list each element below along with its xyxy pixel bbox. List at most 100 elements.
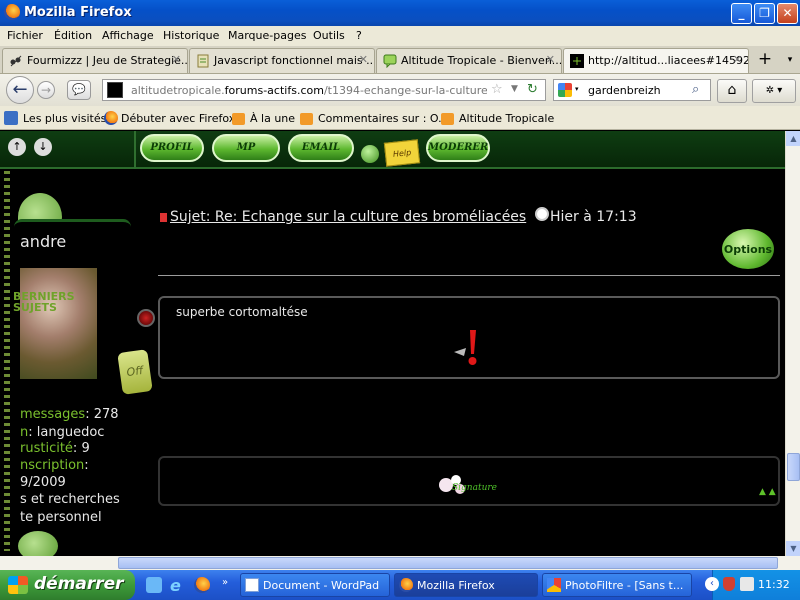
- menu-affichage[interactable]: Affichage: [102, 29, 154, 42]
- post-subject[interactable]: Sujet: Re: Echange sur la culture des br…: [170, 209, 526, 225]
- bookmark-commentaires[interactable]: Commentaires sur : O...: [318, 112, 449, 125]
- post-separator: [158, 275, 780, 276]
- reload-icon[interactable]: ↻: [527, 82, 538, 97]
- menu-historique[interactable]: Historique: [163, 29, 219, 42]
- firefox-bookmark-icon: [104, 111, 118, 125]
- search-icon[interactable]: ⌕: [692, 82, 699, 97]
- tab-current-topic[interactable]: http://altitud...liacees#14592 ✕: [563, 48, 749, 73]
- mp-button[interactable]: MP: [212, 134, 280, 162]
- scroll-up-arrow-icon[interactable]: ▲: [786, 131, 800, 146]
- tab-altitude-tropicale[interactable]: Altitude Tropicale - Bienven... ✕: [376, 48, 562, 73]
- forward-button[interactable]: →: [37, 81, 55, 99]
- new-tab-button[interactable]: +: [752, 48, 778, 72]
- profil-button[interactable]: PROFIL: [140, 134, 204, 162]
- security-shield-icon[interactable]: [723, 577, 735, 591]
- firefox-icon: [399, 578, 413, 592]
- minimize-button[interactable]: _: [731, 3, 752, 24]
- ant-favicon-icon: [10, 55, 22, 67]
- bookmark-a-la-une[interactable]: À la une: [250, 112, 295, 125]
- username[interactable]: andre: [20, 232, 66, 251]
- network-icon[interactable]: [740, 577, 754, 591]
- start-button[interactable]: démarrer: [0, 570, 135, 600]
- options-button[interactable]: Options: [722, 229, 774, 269]
- scroll-up-circle-icon[interactable]: ↑: [8, 138, 26, 156]
- bookmark-star-icon[interactable]: ☆: [491, 82, 503, 97]
- email-button[interactable]: EMAIL: [288, 134, 354, 162]
- horizontal-scrollbar[interactable]: [0, 556, 800, 570]
- url-bar[interactable]: altitudetropicale.forums-actifs.com/t139…: [102, 79, 546, 101]
- page-content: ↑ ↓ PROFIL MP EMAIL Help MODERER andre B…: [0, 131, 785, 556]
- menu-marque-pages[interactable]: Marque-pages: [228, 29, 306, 42]
- vertical-scrollbar[interactable]: ▲ ▼: [785, 131, 800, 556]
- forum-action-band: ↑ ↓ PROFIL MP EMAIL Help MODERER: [0, 131, 785, 169]
- bookmark-most-visited[interactable]: Les plus visités: [23, 112, 106, 125]
- tray-expand-icon[interactable]: ‹: [705, 577, 719, 591]
- history-dropdown-icon[interactable]: ▼: [511, 84, 518, 94]
- quicklaunch-expand-icon[interactable]: »: [222, 577, 228, 588]
- moderer-button[interactable]: MODERER: [426, 134, 490, 162]
- task-wordpad[interactable]: Document - WordPad: [240, 573, 390, 597]
- quicklaunch-ie-icon[interactable]: e: [170, 576, 181, 595]
- bookmark-getting-started[interactable]: Débuter avec Firefox: [121, 112, 235, 125]
- vertical-scroll-thumb[interactable]: [787, 453, 800, 481]
- globe-icon[interactable]: [361, 145, 379, 163]
- menu-edition[interactable]: Édition: [54, 29, 92, 42]
- profile-inscription-date: 9/2009: [20, 475, 66, 490]
- decorative-dotted-border: [4, 171, 10, 551]
- signature-label: Signature: [452, 483, 498, 493]
- tab-label: Altitude Tropicale - Bienven...: [401, 54, 562, 67]
- tab-javascript[interactable]: Javascript fonctionnel mais ... ✕: [189, 48, 375, 73]
- google-engine-icon[interactable]: [558, 83, 572, 97]
- horizontal-scroll-thumb[interactable]: [118, 557, 778, 569]
- quicklaunch-desktop-icon[interactable]: [146, 577, 162, 593]
- clock-icon: [535, 207, 549, 221]
- tab-close-icon[interactable]: ✕: [733, 53, 742, 66]
- maximize-button[interactable]: ❐: [754, 3, 775, 24]
- home-button[interactable]: ⌂: [717, 79, 747, 103]
- url-input[interactable]: altitudetropicale.forums-actifs.com/t139…: [131, 84, 487, 97]
- tab-fourmizzz[interactable]: Fourmizzz | Jeu de Strategie... ✕: [2, 48, 188, 73]
- bookmark-altitude-tropicale[interactable]: Altitude Tropicale: [459, 112, 554, 125]
- profile-messages: messages: 278: [20, 407, 119, 422]
- speech-addon-button[interactable]: 💬: [67, 80, 91, 100]
- search-bar[interactable]: ▾ gardenbreizh ⌕: [553, 79, 711, 101]
- task-photofiltre[interactable]: PhotoFiltre - [Sans t...: [542, 573, 692, 597]
- tab-list-button[interactable]: ▾: [782, 48, 798, 72]
- profile-recherches: s et recherches: [20, 492, 120, 507]
- profile-inscription: nscription:: [20, 458, 89, 473]
- tab-close-icon[interactable]: ✕: [546, 53, 555, 66]
- site-identity-icon: [107, 82, 123, 98]
- tab-bar: Fourmizzz | Jeu de Strategie... ✕ Javasc…: [0, 46, 800, 74]
- band-divider: [134, 131, 136, 169]
- bug-icon: ✲ ▾: [765, 85, 783, 96]
- search-input[interactable]: gardenbreizh: [588, 84, 661, 97]
- tab-close-icon[interactable]: ✕: [359, 53, 368, 66]
- menu-fichier[interactable]: Fichier: [7, 29, 43, 42]
- vertical-derniers-sujets: BERNIERS SUJETS: [13, 291, 75, 314]
- script-favicon-icon: [197, 54, 209, 68]
- task-firefox[interactable]: Mozilla Firefox: [394, 573, 538, 597]
- quicklaunch-firefox-icon[interactable]: [194, 577, 210, 593]
- menu-help[interactable]: ?: [356, 29, 362, 42]
- report-exclamation-icon[interactable]: [452, 328, 488, 368]
- close-button[interactable]: ✕: [777, 3, 798, 24]
- most-visited-icon: [4, 111, 18, 125]
- engine-dropdown-icon[interactable]: ▾: [575, 85, 579, 93]
- scroll-down-circle-icon[interactable]: ↓: [34, 138, 52, 156]
- window-title-bar[interactable]: Mozilla Firefox _ ❐ ✕: [0, 0, 800, 26]
- help-note-button[interactable]: Help: [383, 139, 421, 167]
- post-date: Hier à 17:13: [550, 209, 637, 225]
- speech-bubble-icon: 💬: [72, 83, 86, 96]
- photofiltre-icon: [547, 578, 561, 592]
- tab-close-icon[interactable]: ✕: [172, 53, 181, 66]
- back-to-top-icon[interactable]: ▲ ▲: [759, 487, 776, 497]
- avatar: [20, 268, 97, 379]
- forward-arrow-icon: →: [40, 83, 52, 97]
- leaf-decoration: [18, 531, 58, 556]
- back-button[interactable]: ←: [6, 76, 34, 104]
- menu-outils[interactable]: Outils: [313, 29, 345, 42]
- windows-taskbar: démarrer e » Document - WordPad Mozilla …: [0, 570, 800, 600]
- addon-toolbar-button[interactable]: ✲ ▾: [752, 79, 796, 103]
- scroll-down-arrow-icon[interactable]: ▼: [786, 541, 800, 556]
- home-icon: ⌂: [727, 82, 737, 98]
